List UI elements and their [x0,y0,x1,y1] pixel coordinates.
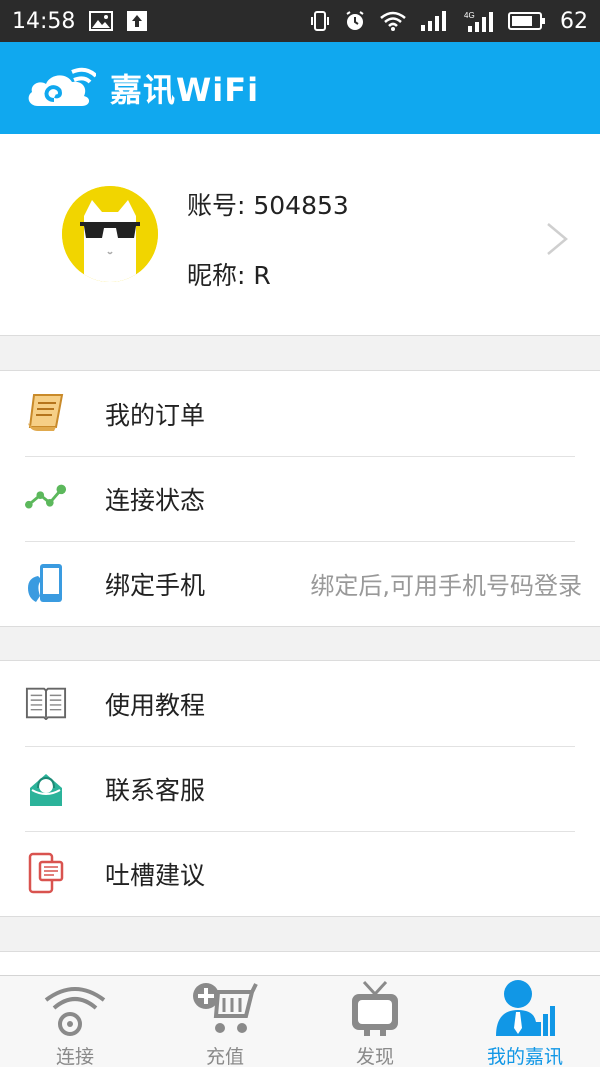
profile-card[interactable]: 账号: 504853 昵称: R [0,134,600,336]
bottom-tab-bar: 连接 充值 发现 我的嘉讯 [0,975,600,1067]
menu-label-tutorial: 使用教程 [105,690,206,720]
feedback-icon [25,852,67,894]
nickname: 昵称: R [187,261,271,290]
order-icon [25,392,67,434]
upload-notification-icon [127,11,148,31]
avatar[interactable] [62,186,158,282]
menu-group-account: 我的订单 连接状态 绑定手机 绑定后,可用手机号码登录 [0,370,600,627]
app-header: 嘉讯WiFi [0,42,600,134]
svg-text:4G: 4G [464,11,475,20]
tab-my-jiaxun[interactable]: 我的嘉讯 [450,976,600,1067]
menu-item-feedback[interactable]: 吐槽建议 [0,831,600,916]
menu-item-customer-service[interactable]: 联系客服 [0,746,600,831]
account-number: 账号: 504853 [187,191,349,220]
alarm-icon [344,10,366,32]
tab-label-recharge: 充值 [205,1046,244,1067]
tab-discover[interactable]: 发现 [300,976,450,1067]
menu-item-my-orders[interactable]: 我的订单 [0,371,600,456]
battery-icon [508,11,546,31]
chevron-right-icon[interactable] [544,222,570,256]
customer-service-icon [25,767,67,809]
tab-label-discover: 发现 [355,1046,394,1067]
tutorial-book-icon [25,682,67,724]
tab-connect[interactable]: 连接 [0,976,150,1067]
battery-level: 62 [560,8,588,34]
menu-item-tutorial[interactable]: 使用教程 [0,661,600,746]
cell-signal-4g-icon: 4G [464,10,494,32]
profile-tab-icon [496,980,555,1036]
menu-label-my-orders: 我的订单 [105,400,206,430]
image-notification-icon [89,11,114,31]
menu-item-bind-phone[interactable]: 绑定手机 绑定后,可用手机号码登录 [0,541,600,626]
app-title: 嘉讯WiFi [110,71,260,109]
menu-group-spacer [0,951,600,975]
menu-label-customer-service: 联系客服 [105,775,206,805]
menu-group-help: 使用教程 联系客服 吐槽建议 [0,660,600,917]
status-bar: 14:58 4G 62 [0,0,600,42]
cart-tab-icon [193,983,258,1033]
tab-label-my-jiaxun: 我的嘉讯 [486,1046,563,1067]
vibrate-icon [310,10,330,32]
tv-tab-icon [352,980,398,1036]
bind-phone-hint: 绑定后,可用手机号码登录 [310,572,582,600]
wifi-tab-icon [44,987,106,1036]
wifi-signal-icon [380,11,406,31]
tab-label-connect: 连接 [55,1046,94,1067]
status-time: 14:58 [12,8,76,34]
menu-label-feedback: 吐槽建议 [105,860,206,890]
connection-status-icon [25,477,67,519]
menu-label-bind-phone: 绑定手机 [105,570,206,600]
bind-phone-icon [25,562,67,604]
cell-signal-icon [420,11,450,31]
menu-item-connection-status[interactable]: 连接状态 [0,456,600,541]
tab-recharge[interactable]: 充值 [150,976,300,1067]
menu-label-connection-status: 连接状态 [105,485,206,515]
jiaxun-logo-icon [28,67,96,106]
cat-sunglasses-avatar-icon [62,186,158,282]
